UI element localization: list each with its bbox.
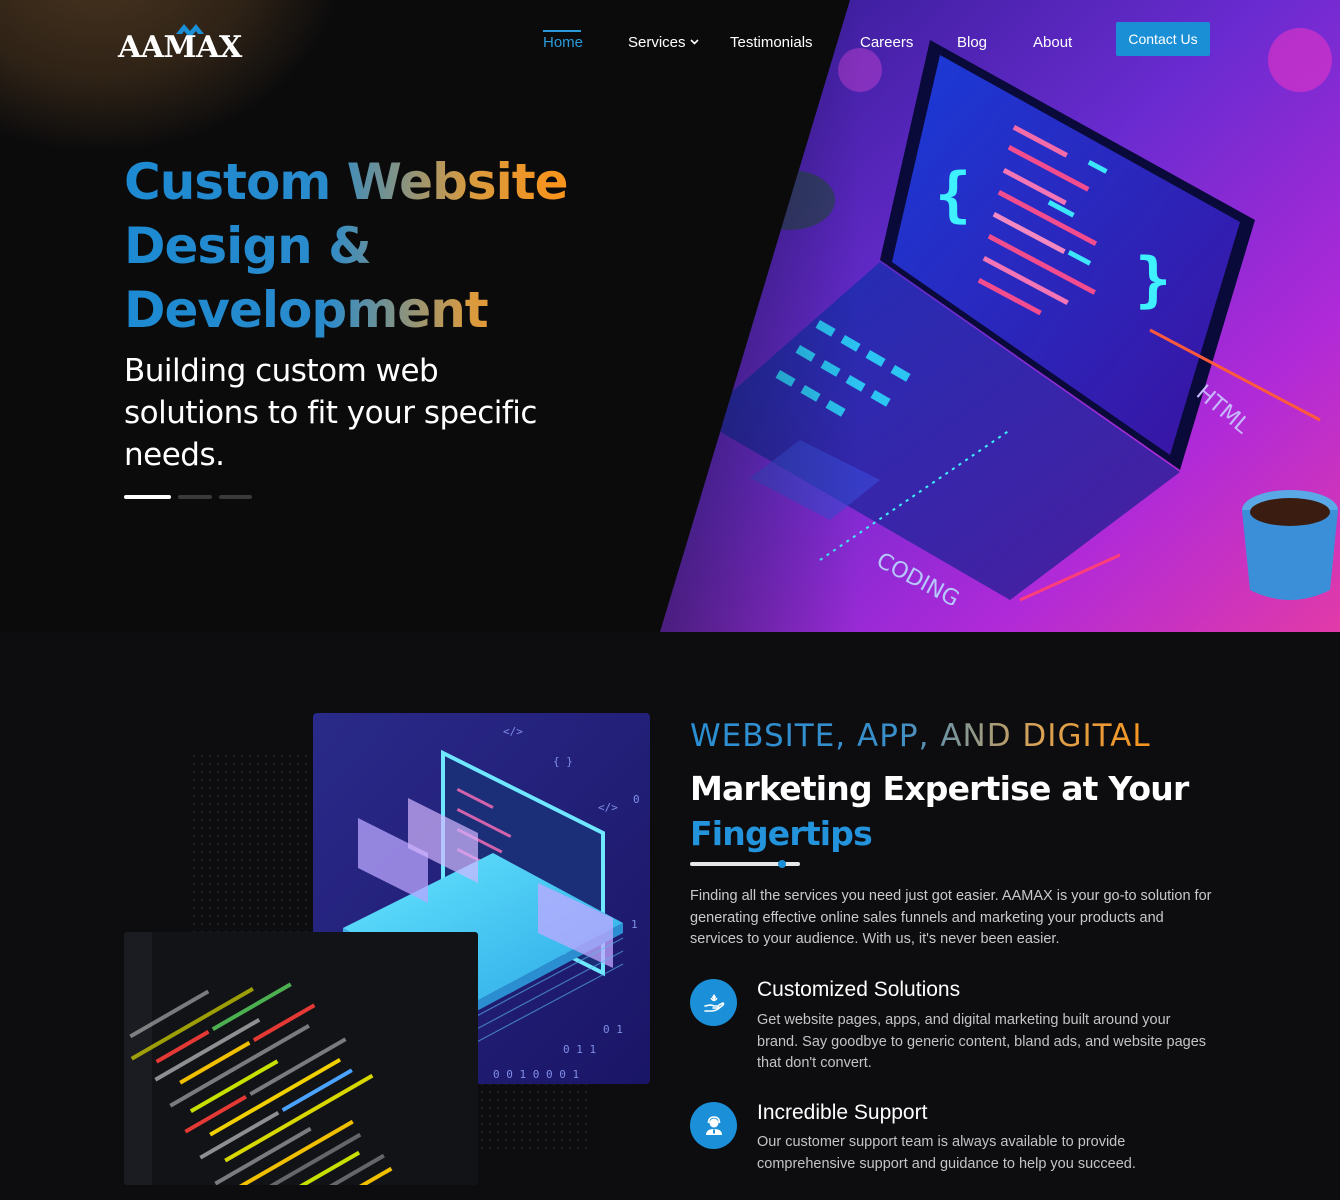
svg-text:0 1: 0 1 xyxy=(603,1023,623,1036)
svg-text:</>: </> xyxy=(503,725,523,738)
nav-item-services-label: Services xyxy=(628,34,686,51)
svg-text:{: { xyxy=(935,160,971,230)
code-screen-image xyxy=(124,932,478,1185)
svg-text:1: 1 xyxy=(631,918,638,931)
active-nav-indicator xyxy=(543,30,581,32)
contact-us-button[interactable]: Contact Us xyxy=(1116,22,1210,56)
slider-dot-2[interactable] xyxy=(178,495,212,499)
svg-text:{ }: { } xyxy=(553,755,573,768)
chevron-down-icon xyxy=(689,39,699,45)
headline-accent: Fingertips xyxy=(690,814,873,853)
support-agent-glyph xyxy=(705,1115,722,1135)
hero-title-line2: Design & xyxy=(124,217,371,275)
nav-item-home[interactable]: Home xyxy=(543,34,583,51)
svg-text:0 1 1: 0 1 1 xyxy=(563,1043,596,1056)
feature-title-support: Incredible Support xyxy=(757,1101,928,1124)
section-eyebrow: WEBSITE, APP, AND DIGITAL xyxy=(690,718,1151,754)
nav-item-blog[interactable]: Blog xyxy=(957,34,987,51)
hero-title: Custom Website Design & Development xyxy=(124,150,604,342)
headline-main: Marketing Expertise at Your xyxy=(690,769,1189,808)
feature-text-customized: Get website pages, apps, and digital mar… xyxy=(757,1012,1207,1071)
svg-text:0 0 1 0 0 0 1: 0 0 1 0 0 0 1 xyxy=(493,1068,579,1081)
slider-dot-1[interactable] xyxy=(124,495,171,499)
hand-heart-icon xyxy=(690,979,737,1026)
section-headline: Marketing Expertise at Your Fingertips xyxy=(690,766,1250,856)
feature-title-customized: Customized Solutions xyxy=(757,978,961,1001)
svg-text:</>: </> xyxy=(598,801,618,814)
hero-section: { } CODING HTML AAMAX Home Services Test… xyxy=(0,0,1340,632)
feature-text-support: Our customer support team is always avai… xyxy=(757,1134,1136,1172)
slider-dot-3[interactable] xyxy=(219,495,252,499)
nav-item-about[interactable]: About xyxy=(1033,34,1072,51)
svg-text:0: 0 xyxy=(633,793,640,806)
hero-title-line1: Custom Website xyxy=(124,153,568,211)
hero-subtitle: Building custom web solutions to fit you… xyxy=(124,353,537,473)
section-body: Finding all the services you need just g… xyxy=(690,888,1212,947)
nav-item-careers[interactable]: Careers xyxy=(860,34,913,51)
svg-text:}: } xyxy=(1135,245,1171,315)
hand-heart-glyph xyxy=(703,993,724,1012)
nav-item-services[interactable]: Services xyxy=(628,34,699,51)
nav-item-testimonials[interactable]: Testimonials xyxy=(730,34,813,51)
headline-divider-dot xyxy=(778,860,786,868)
support-agent-icon xyxy=(690,1102,737,1149)
hero-title-line3: Development xyxy=(124,281,488,339)
